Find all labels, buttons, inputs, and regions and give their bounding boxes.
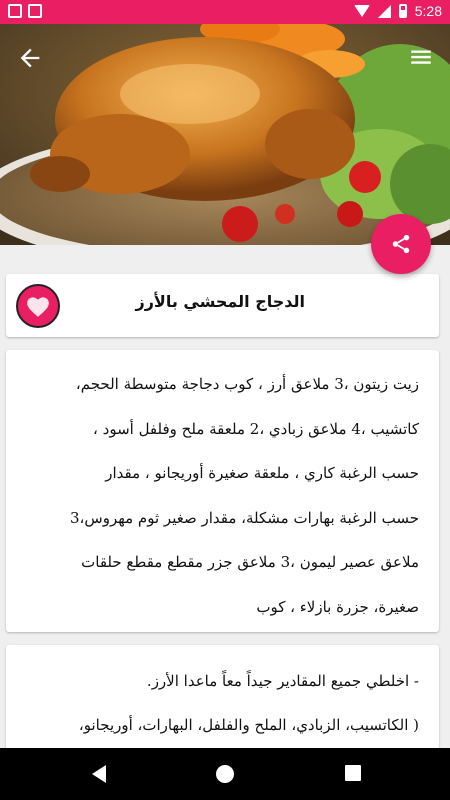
hamburger-menu-icon: [411, 50, 431, 64]
nav-home-button[interactable]: [214, 763, 236, 789]
wifi-icon: [353, 5, 370, 17]
steps-card: - اخلطي جميع المقادير جيداً معاً ماعدا ا…: [6, 645, 439, 765]
ingredients-text: زيت زيتون ،3 ملاعق أرز ، كوب دجاجة متوسط…: [28, 362, 419, 629]
triangle-back-icon: [92, 765, 106, 783]
ingredient-line: صغيرة، جزرة بازلاء ، كوب: [256, 597, 419, 616]
ingredient-line: حسب الرغبة كاري ، ملعقة صغيرة أوريجانو ،…: [105, 464, 419, 482]
circle-home-icon: [216, 765, 234, 783]
notification-icon: [8, 4, 22, 18]
arrow-back-icon: [20, 48, 40, 68]
favorite-button[interactable]: [16, 284, 60, 328]
nav-recents-button[interactable]: [343, 763, 363, 787]
status-bar: 5:28: [0, 0, 450, 24]
recipe-header-image: [0, 24, 450, 245]
notification-icons: [8, 4, 42, 18]
share-button[interactable]: [371, 214, 431, 274]
ingredient-line: ملاعق عصير ليمون ،3 ملاعق جزر مقطع مقطع …: [81, 553, 419, 571]
chicken-dish-image: [0, 24, 450, 245]
ingredient-line: حسب الرغبة بهارات مشكلة، مقدار صغير ثوم …: [70, 508, 419, 527]
signal-icon: [377, 4, 391, 18]
notification-icon: [28, 4, 42, 18]
recipe-title: الدجاج المحشي بالأرز: [135, 292, 305, 311]
heart-icon: [27, 297, 49, 317]
ingredient-line: كاتشيب ،4 ملاعق زبادي ،2 ملعقة ملح وفلفل…: [93, 419, 419, 438]
ingredient-line: زيت زيتون ،3 ملاعق أرز ، كوب دجاجة متوسط…: [75, 375, 419, 393]
system-icons: 5:28: [353, 3, 442, 19]
battery-icon: [398, 4, 407, 18]
status-time: 5:28: [414, 3, 442, 19]
system-navigation-bar: [0, 748, 450, 800]
square-recents-icon: [345, 765, 361, 781]
back-button[interactable]: [16, 44, 44, 72]
recipe-title-card: الدجاج المحشي بالأرز: [6, 274, 439, 337]
ingredients-card: زيت زيتون ،3 ملاعق أرز ، كوب دجاجة متوسط…: [6, 350, 439, 632]
steps-text: - اخلطي جميع المقادير جيداً معاً ماعدا ا…: [28, 659, 419, 747]
step-line: - اخلطي جميع المقادير جيداً معاً ماعدا ا…: [146, 672, 419, 690]
menu-button[interactable]: [408, 44, 434, 70]
step-line: ( الكاتسيب، الزبادي، الملح والفلفل، البه…: [78, 716, 419, 734]
nav-back-button[interactable]: [88, 763, 110, 789]
share-icon: [392, 234, 410, 254]
